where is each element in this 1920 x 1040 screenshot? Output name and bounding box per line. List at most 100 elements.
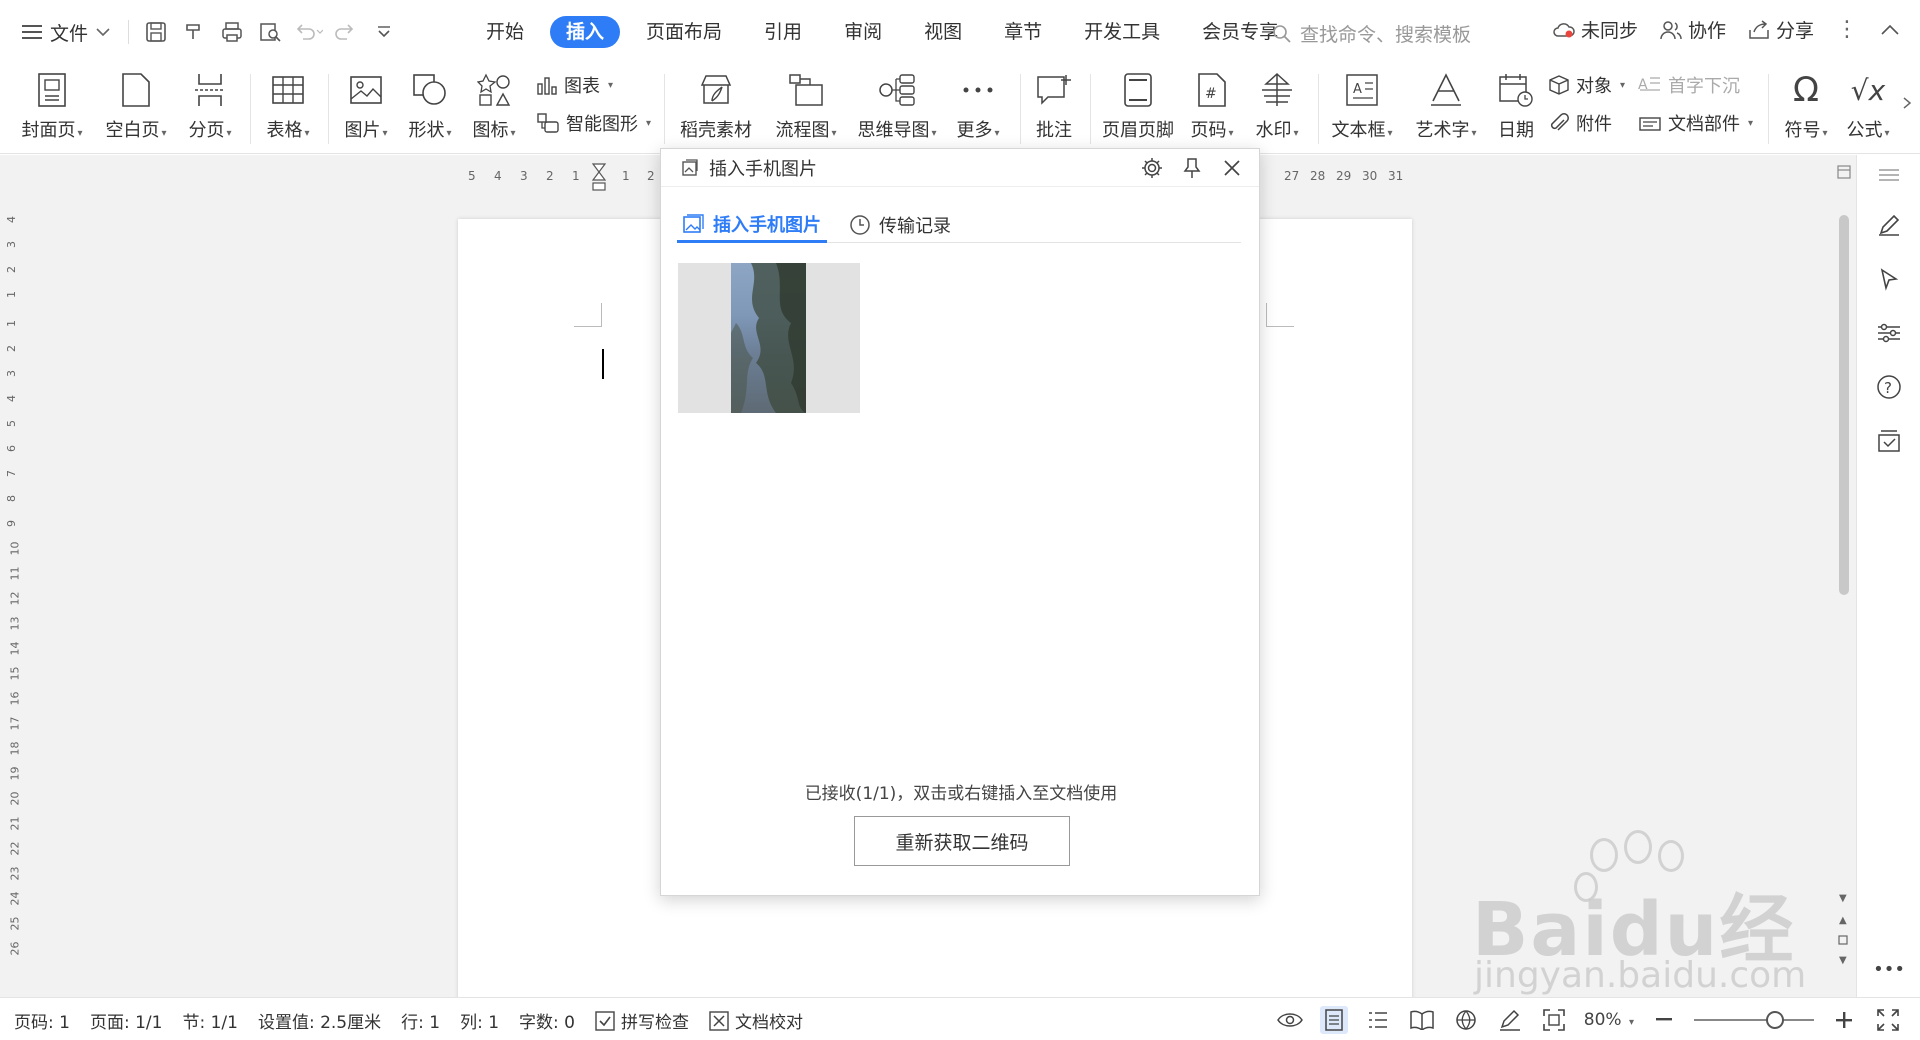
web-view-icon[interactable] bbox=[1452, 1006, 1480, 1034]
ruler-tick: 27 bbox=[1284, 169, 1300, 183]
tab-home[interactable]: 开始 bbox=[470, 16, 540, 48]
collapse-ribbon-icon[interactable] bbox=[1880, 24, 1900, 36]
tab-sections[interactable]: 章节 bbox=[988, 16, 1058, 48]
doc-parts-button[interactable]: 文档部件 ▾ bbox=[1638, 110, 1753, 136]
indent-marker-icon[interactable] bbox=[592, 163, 606, 191]
table-button[interactable]: 表格 ▾ bbox=[258, 66, 318, 146]
picture-button[interactable]: 图片 ▾ bbox=[336, 66, 396, 146]
status-page-code[interactable]: 页码: 1 bbox=[14, 1008, 70, 1033]
command-search[interactable]: 查找命令、搜索模板 bbox=[1272, 20, 1471, 47]
eye-protection-icon[interactable] bbox=[1276, 1006, 1304, 1034]
blank-page-button[interactable]: 空白页 ▾ bbox=[100, 66, 172, 146]
file-menu[interactable]: 文件 bbox=[14, 14, 118, 50]
more-icon bbox=[958, 68, 998, 112]
panel-menu-icon[interactable] bbox=[1875, 161, 1903, 189]
more-button[interactable]: 更多 ▾ bbox=[950, 66, 1006, 146]
flowchart-button[interactable]: 流程图 ▾ bbox=[768, 66, 844, 146]
mind-map-button[interactable]: 思维导图 ▾ bbox=[852, 66, 942, 146]
vertical-scrollbar[interactable]: ▼ ▲ ▼ bbox=[1834, 155, 1854, 997]
save-icon[interactable] bbox=[139, 15, 173, 49]
docer-material-button[interactable]: 稻壳素材 bbox=[676, 66, 756, 146]
page-break-button[interactable]: 分页 ▾ bbox=[180, 66, 240, 146]
zoom-level[interactable]: 80% ▾ bbox=[1584, 1010, 1634, 1030]
separator bbox=[1020, 74, 1021, 144]
outline-view-icon[interactable] bbox=[1364, 1006, 1392, 1034]
tab-page-layout[interactable]: 页面布局 bbox=[630, 16, 738, 48]
cover-page-button[interactable]: 封面页 ▾ bbox=[16, 66, 88, 146]
collaborate-button[interactable]: 协作 bbox=[1660, 16, 1726, 43]
search-placeholder: 查找命令、搜索模板 bbox=[1300, 24, 1472, 46]
scroll-down-icon[interactable]: ▼ bbox=[1839, 893, 1847, 904]
settings-gear-icon[interactable] bbox=[1137, 153, 1167, 183]
spell-check-button[interactable]: 拼写检查 bbox=[595, 1008, 689, 1033]
backup-icon[interactable] bbox=[1875, 427, 1903, 455]
object-button[interactable]: 对象 ▾ bbox=[1548, 72, 1625, 98]
word-art-button[interactable]: 艺术字 ▾ bbox=[1406, 66, 1486, 146]
tab-review[interactable]: 审阅 bbox=[828, 16, 898, 48]
doc-proof-button[interactable]: 文档校对 bbox=[709, 1008, 803, 1033]
write-mode-icon[interactable] bbox=[1496, 1006, 1524, 1034]
tab-transfer-history[interactable]: 传输记录 bbox=[843, 207, 957, 243]
share-button[interactable]: 分享 bbox=[1748, 16, 1814, 43]
next-page-icon[interactable]: ▼ bbox=[1839, 955, 1847, 966]
more-options-icon[interactable]: ⋮ bbox=[1836, 17, 1858, 42]
chart-button[interactable]: 图表 ▾ bbox=[536, 72, 613, 98]
sync-button[interactable]: 未同步 bbox=[1553, 16, 1638, 43]
fit-page-icon[interactable] bbox=[1540, 1006, 1568, 1034]
pen-icon[interactable] bbox=[1875, 211, 1903, 239]
status-page[interactable]: 页面: 1/1 bbox=[90, 1008, 163, 1033]
select-pointer-icon[interactable] bbox=[1875, 265, 1903, 293]
status-setting[interactable]: 设置值: 2.5厘米 bbox=[258, 1008, 381, 1033]
tab-insert-phone-picture[interactable]: 插入手机图片 bbox=[677, 207, 827, 243]
tab-view[interactable]: 视图 bbox=[908, 16, 978, 48]
sliders-icon[interactable] bbox=[1875, 319, 1903, 347]
formula-button[interactable]: √x 公式 ▾ bbox=[1840, 66, 1896, 146]
zoom-in-icon[interactable] bbox=[1830, 1006, 1858, 1034]
comment-button[interactable]: 批注 bbox=[1028, 66, 1080, 146]
zoom-slider-handle[interactable] bbox=[1766, 1011, 1784, 1029]
drop-cap-button[interactable]: A 首字下沉 bbox=[1638, 72, 1740, 98]
undo-icon[interactable] bbox=[291, 15, 325, 49]
shape-button[interactable]: 形状 ▾ bbox=[400, 66, 460, 146]
print-icon[interactable] bbox=[215, 15, 249, 49]
help-icon[interactable]: ? bbox=[1875, 373, 1903, 401]
redo-icon[interactable] bbox=[329, 15, 363, 49]
ruler-tick: 3 bbox=[5, 241, 18, 248]
fullscreen-icon[interactable] bbox=[1874, 1006, 1902, 1034]
status-word-count[interactable]: 字数: 0 bbox=[519, 1008, 575, 1033]
tab-developer[interactable]: 开发工具 bbox=[1068, 16, 1176, 48]
status-section[interactable]: 节: 1/1 bbox=[182, 1008, 238, 1033]
object-icon bbox=[1548, 74, 1570, 96]
refresh-qr-code-button[interactable]: 重新获取二维码 bbox=[854, 816, 1070, 866]
received-image-thumbnail[interactable] bbox=[678, 263, 860, 413]
zoom-out-icon[interactable] bbox=[1650, 1006, 1678, 1034]
print-preview-icon[interactable] bbox=[253, 15, 287, 49]
icon-library-button[interactable]: 图标 ▾ bbox=[464, 66, 524, 146]
title-bar: 文件 开始 插入 页面布局 引用 审阅 视图 章节 开发工具 会员专享 查找命令… bbox=[0, 0, 1920, 66]
date-button[interactable]: 日期 bbox=[1494, 66, 1538, 146]
zoom-slider[interactable] bbox=[1694, 1011, 1814, 1029]
format-painter-icon[interactable] bbox=[177, 15, 211, 49]
close-icon[interactable] bbox=[1217, 153, 1247, 183]
tab-insert[interactable]: 插入 bbox=[550, 16, 621, 48]
scrollbar-thumb[interactable] bbox=[1839, 215, 1849, 595]
page-number-button[interactable]: # 页码 ▾ bbox=[1182, 66, 1242, 146]
customize-toolbar-icon[interactable] bbox=[367, 15, 401, 49]
split-view-icon[interactable] bbox=[1837, 165, 1851, 179]
smart-art-button[interactable]: 智能图形 ▾ bbox=[536, 110, 651, 136]
attachment-button[interactable]: 附件 bbox=[1548, 110, 1612, 136]
header-footer-button[interactable]: 页眉页脚 bbox=[1098, 66, 1178, 146]
select-browse-object-icon[interactable] bbox=[1838, 935, 1848, 945]
symbol-button[interactable]: Ω 符号 ▾ bbox=[1776, 66, 1836, 146]
text-box-button[interactable]: A 文本框 ▾ bbox=[1326, 66, 1398, 146]
tab-references[interactable]: 引用 bbox=[748, 16, 818, 48]
reading-view-icon[interactable] bbox=[1408, 1006, 1436, 1034]
more-panel-icon[interactable]: ••• bbox=[1873, 955, 1905, 983]
ribbon-scroll-right-icon[interactable] bbox=[1902, 96, 1912, 110]
page-view-icon[interactable] bbox=[1319, 1006, 1348, 1034]
watermark-icon bbox=[1257, 68, 1297, 112]
vertical-ruler: 4 3 2 1 1 2 3 4 5 6 7 8 9 10 11 12 13 14… bbox=[4, 213, 22, 983]
previous-page-icon[interactable]: ▲ bbox=[1839, 915, 1847, 926]
pin-icon[interactable] bbox=[1177, 153, 1207, 183]
watermark-button[interactable]: 水印 ▾ bbox=[1248, 66, 1306, 146]
